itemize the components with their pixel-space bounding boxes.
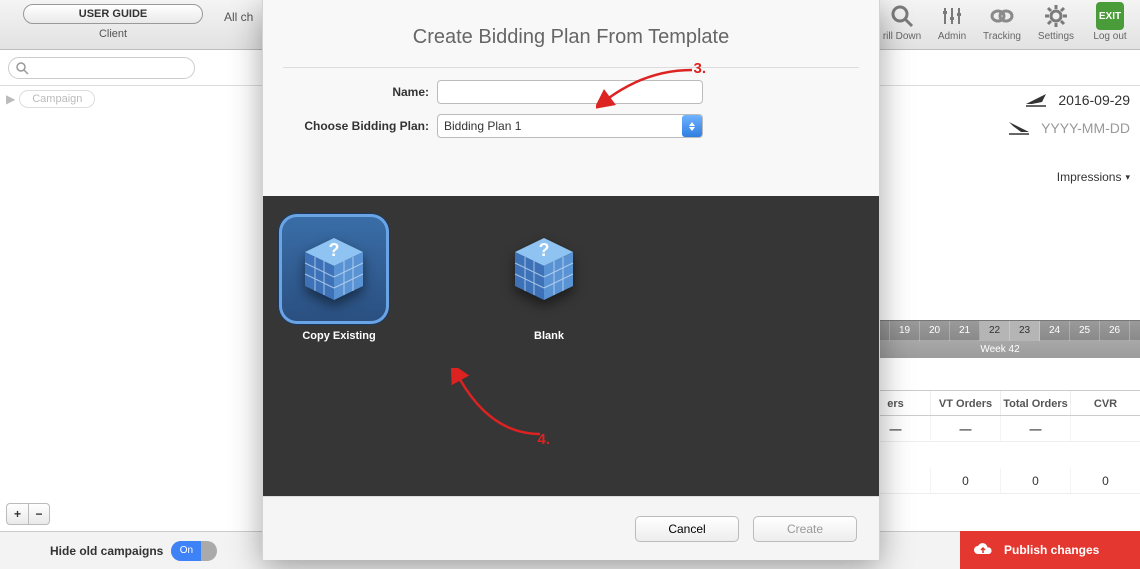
table-row: — — — xyxy=(860,416,1140,442)
plane-depart-icon xyxy=(1024,90,1050,111)
client-label: Client xyxy=(6,28,220,40)
breadcrumb-campaign[interactable]: Campaign xyxy=(19,90,95,108)
search-input[interactable] xyxy=(8,57,195,79)
calendar-timeline: 18 19 20 21 22 23 24 25 26 Week 42 xyxy=(860,320,1140,358)
admin-button[interactable]: Admin xyxy=(932,2,972,42)
day-cell[interactable]: 25 xyxy=(1070,321,1100,341)
publish-button[interactable]: Publish changes xyxy=(960,531,1140,569)
name-input[interactable] xyxy=(437,80,703,104)
modal-title: Create Bidding Plan From Template xyxy=(279,26,863,49)
stepper-icon xyxy=(682,115,702,137)
day-cell[interactable]: 23 xyxy=(1010,321,1040,341)
drilldown-button[interactable]: rill Down xyxy=(878,2,926,42)
hide-old-label: Hide old campaigns xyxy=(50,544,163,558)
day-cell[interactable]: 21 xyxy=(950,321,980,341)
date-from[interactable]: 2016-09-29 xyxy=(1058,92,1130,108)
table-header[interactable]: CVR xyxy=(1070,391,1140,415)
week-label: Week 42 xyxy=(860,340,1140,358)
hide-old-toggle[interactable]: On xyxy=(171,541,217,561)
remove-button[interactable]: − xyxy=(28,503,50,525)
svg-text:?: ? xyxy=(329,240,340,260)
chevron-right-icon: ▶ xyxy=(6,92,15,106)
breadcrumb: ▶ Campaign xyxy=(6,90,95,108)
logout-button[interactable]: EXIT Log out xyxy=(1086,2,1134,42)
table-cell: 0 xyxy=(1000,468,1070,493)
template-label: Copy Existing xyxy=(279,330,399,342)
table-cell: 0 xyxy=(930,468,1000,493)
modal-footer: Cancel Create xyxy=(263,496,879,560)
cube-icon: ? xyxy=(297,232,371,306)
table-cell: 0 xyxy=(1070,468,1140,493)
create-button[interactable]: Create xyxy=(753,516,857,542)
table-header[interactable]: Total Orders xyxy=(1000,391,1070,415)
chevron-down-icon: ▾ xyxy=(1125,172,1130,183)
gear-icon xyxy=(1042,2,1070,30)
divider xyxy=(283,67,859,68)
cube-icon: ? xyxy=(507,232,581,306)
template-label: Blank xyxy=(489,330,609,342)
table-header[interactable]: VT Orders xyxy=(930,391,1000,415)
date-range-panel: 2016-09-29 YYYY-MM-DD xyxy=(960,86,1140,142)
day-cell[interactable]: 24 xyxy=(1040,321,1070,341)
day-cell[interactable]: 20 xyxy=(920,321,950,341)
sliders-icon xyxy=(938,2,966,30)
add-button[interactable]: + xyxy=(6,503,28,525)
user-guide-button[interactable]: USER GUIDE xyxy=(23,4,203,24)
create-bidding-plan-modal: Create Bidding Plan From Template Name: … xyxy=(262,0,880,560)
metric-dropdown[interactable]: Impressions ▾ xyxy=(1057,170,1130,184)
cancel-button[interactable]: Cancel xyxy=(635,516,739,542)
magnifier-icon xyxy=(888,2,916,30)
cloud-upload-icon xyxy=(972,542,994,558)
table-row: 0 0 0 xyxy=(860,468,1140,494)
table-header-row: ers VT Orders Total Orders CVR xyxy=(860,390,1140,416)
exit-icon: EXIT xyxy=(1096,2,1124,30)
table-cell: — xyxy=(930,416,1000,441)
plan-select-value: Bidding Plan 1 xyxy=(437,114,703,138)
day-cell[interactable]: 22 xyxy=(980,321,1010,341)
template-copy-existing[interactable]: ? Copy Existing xyxy=(279,214,399,478)
settings-button[interactable]: Settings xyxy=(1032,2,1080,42)
plane-arrive-icon xyxy=(1007,118,1033,139)
template-blank[interactable]: ? Blank xyxy=(489,214,609,478)
date-to[interactable]: YYYY-MM-DD xyxy=(1041,120,1130,136)
tracking-button[interactable]: Tracking xyxy=(978,2,1026,42)
day-cell[interactable]: 19 xyxy=(890,321,920,341)
day-cell[interactable]: 26 xyxy=(1100,321,1130,341)
table-cell: — xyxy=(1000,416,1070,441)
all-channels-label: All ch xyxy=(224,10,253,24)
search-icon xyxy=(15,61,29,78)
template-picker: ? Copy Existing xyxy=(263,196,879,496)
name-label: Name: xyxy=(279,85,429,99)
plan-select[interactable]: Bidding Plan 1 xyxy=(437,114,703,138)
choose-plan-label: Choose Bidding Plan: xyxy=(279,119,429,133)
link-icon xyxy=(988,2,1016,30)
table-cell xyxy=(1070,416,1140,441)
svg-text:?: ? xyxy=(539,240,550,260)
